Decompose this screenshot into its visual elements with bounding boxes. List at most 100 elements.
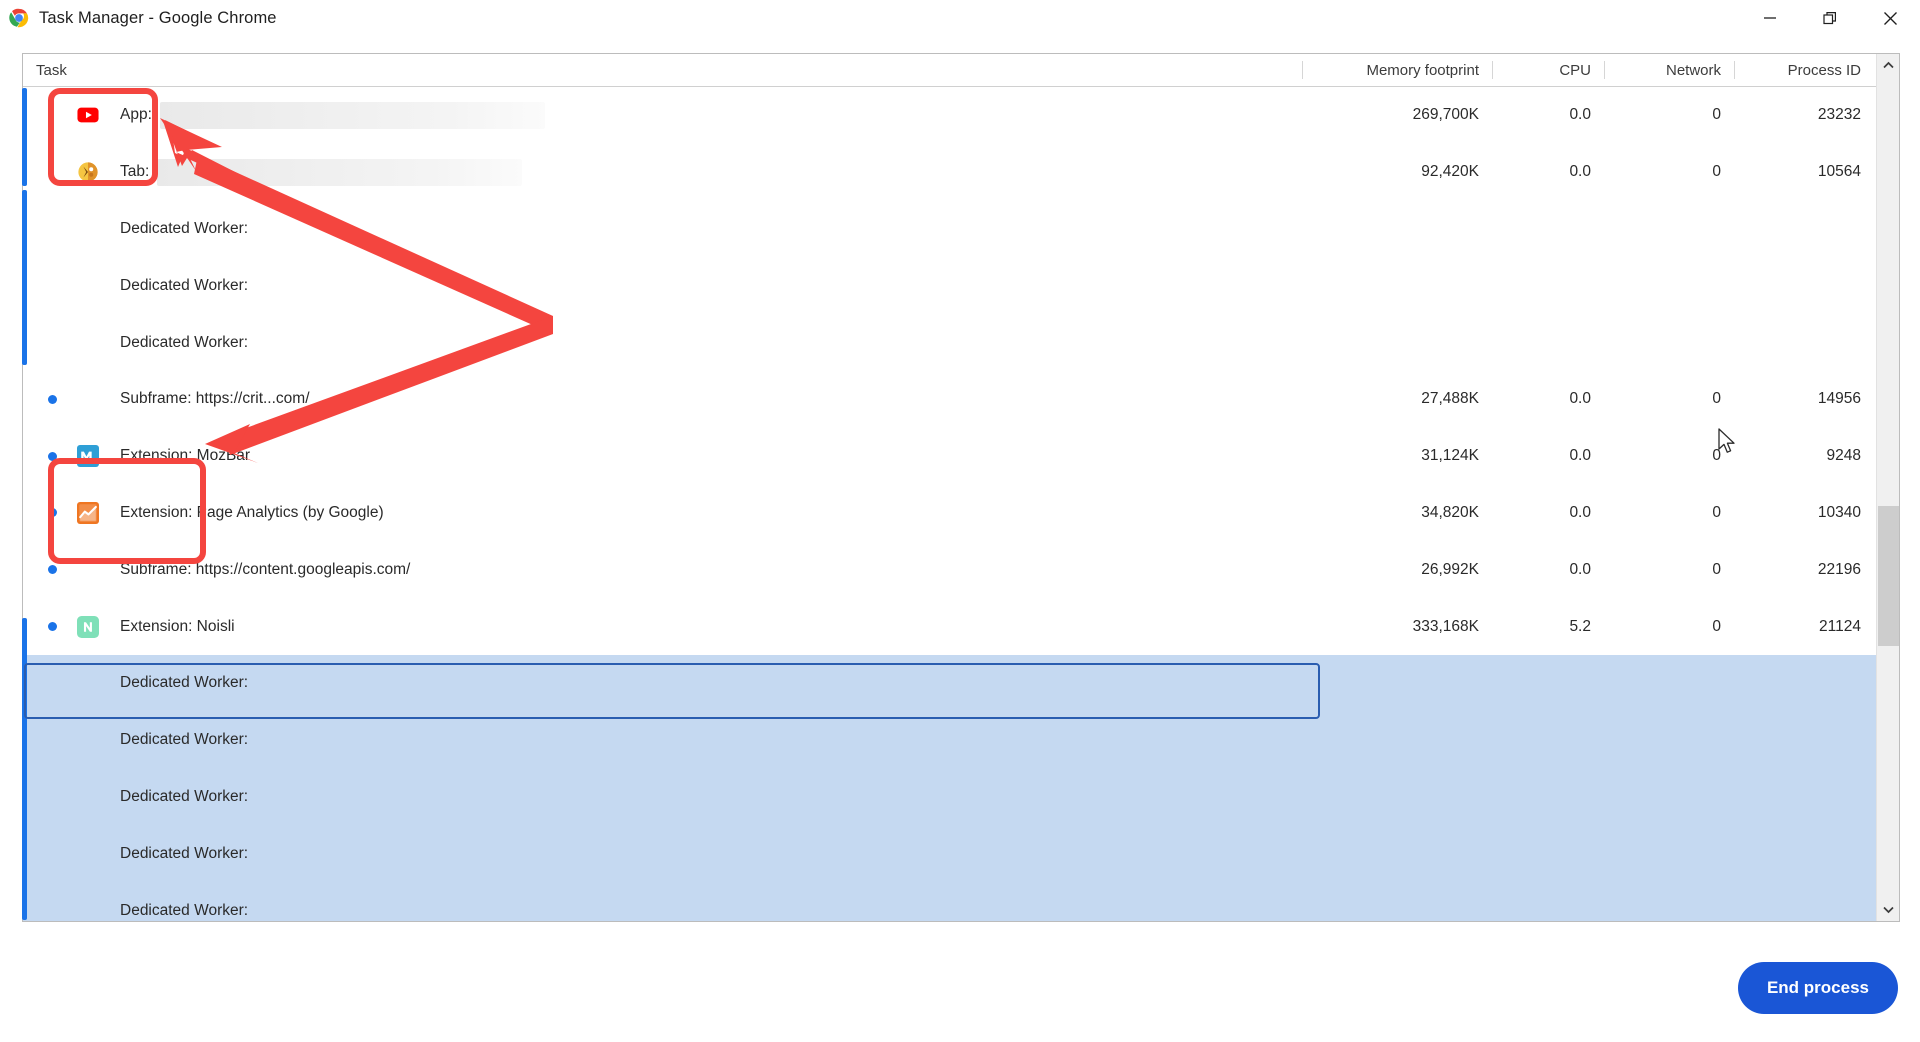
task-label: Extension: Noisli	[120, 617, 235, 635]
title-bar: Task Manager - Google Chrome	[0, 0, 1920, 36]
cell-process-id: 23232	[1817, 106, 1861, 124]
scroll-down-button[interactable]	[1877, 898, 1899, 921]
table-row[interactable]: Dedicated Worker:	[23, 825, 1899, 883]
cell-memory: 31,124K	[1421, 447, 1479, 465]
cell-process-id: 22196	[1817, 560, 1861, 578]
cell-cpu: 0.0	[1569, 390, 1591, 408]
table-row[interactable]: Dedicated Worker:	[23, 711, 1899, 769]
task-label: Subframe: https://crit...com/	[120, 390, 310, 408]
restore-button[interactable]	[1800, 0, 1860, 36]
table-header-row: Task Memory footprint CPU Network Proces…	[23, 54, 1899, 87]
chevron-down-icon	[1883, 901, 1894, 919]
cell-task: Subframe: https://crit...com/	[23, 388, 1303, 410]
vertical-scrollbar[interactable]	[1876, 54, 1899, 921]
table-row[interactable]: Dedicated Worker:	[23, 201, 1899, 258]
task-label: Extension: Page Analytics (by Google)	[120, 503, 384, 521]
cell-cpu: 5.2	[1569, 617, 1591, 635]
table-row[interactable]: Dedicated Worker:	[23, 882, 1899, 921]
task-label: Dedicated Worker:	[120, 333, 249, 351]
colorful-site-icon	[77, 161, 99, 183]
cell-process-id: 14956	[1817, 390, 1861, 408]
close-icon	[1883, 11, 1898, 26]
task-label: Tab:	[120, 163, 150, 181]
cell-network: 0	[1712, 560, 1721, 578]
table-body[interactable]: App: 269,700K 0.0 0 23232 Tab: 92,420K 0.0 0 1056…	[23, 87, 1899, 921]
task-label: Dedicated Worker:	[120, 219, 249, 237]
task-label: Dedicated Worker:	[120, 787, 249, 805]
cell-network: 0	[1712, 163, 1721, 181]
cell-task: Dedicated Worker:	[23, 786, 1303, 808]
window-title: Task Manager - Google Chrome	[39, 8, 277, 27]
cell-process-id: 21124	[1819, 617, 1861, 635]
cell-network: 0	[1712, 390, 1721, 408]
cell-network: 0	[1712, 106, 1721, 124]
cell-cpu: 0.0	[1569, 503, 1591, 521]
cell-task: Dedicated Worker:	[23, 843, 1303, 865]
table-row[interactable]: Subframe: https://crit...com/27,488K 0.0 0…	[23, 371, 1899, 428]
column-header-task[interactable]: Task	[23, 54, 1303, 87]
cell-memory: 92,420K	[1421, 163, 1479, 181]
column-header-process-id[interactable]: Process ID	[1735, 54, 1875, 87]
column-header-memory[interactable]: Memory footprint	[1303, 54, 1493, 87]
mozbar-icon	[77, 445, 99, 468]
cell-task: Extension: MozBar	[23, 445, 1303, 468]
cell-task: Extension: Noisli	[23, 615, 1303, 638]
cell-memory: 34,820K	[1421, 503, 1479, 521]
table-row[interactable]: App: 269,700K 0.0 0 23232	[23, 87, 1899, 144]
cell-task: Dedicated Worker:	[23, 729, 1303, 751]
minimize-icon	[1763, 11, 1777, 25]
cell-cpu: 0.0	[1569, 163, 1591, 181]
table-row[interactable]: Tab: 92,420K 0.0 0 10564	[23, 144, 1899, 201]
scroll-up-button[interactable]	[1877, 54, 1899, 77]
cell-process-id: 10564	[1817, 163, 1861, 181]
process-bullet-icon	[48, 508, 57, 518]
cell-task: Dedicated Worker:	[23, 900, 1303, 921]
cell-task: App:	[23, 101, 1303, 129]
table-row[interactable]: Subframe: https://content.googleapis.com…	[23, 541, 1899, 598]
minimize-button[interactable]	[1740, 0, 1800, 36]
task-label: Dedicated Worker:	[120, 844, 249, 862]
task-table: Task Memory footprint CPU Network Proces…	[22, 53, 1900, 922]
scrollbar-thumb[interactable]	[1878, 506, 1899, 646]
task-label: Subframe: https://content.googleapis.com…	[120, 560, 411, 578]
column-header-process-id-label: Process ID	[1787, 61, 1861, 79]
cell-memory: 27,488K	[1421, 390, 1479, 408]
column-header-network-label: Network	[1665, 61, 1721, 79]
cell-task: Subframe: https://content.googleapis.com…	[23, 559, 1303, 581]
table-row[interactable]: Extension: Noisli 333,168K 5.2 0 21124	[23, 598, 1899, 655]
cell-process-id: 9248	[1826, 447, 1861, 465]
process-group-bar	[22, 190, 27, 365]
cell-cpu: 0.0	[1569, 447, 1591, 465]
cell-network: 0	[1712, 503, 1721, 521]
cell-task: Dedicated Worker:	[23, 672, 1303, 694]
redacted-task-detail	[157, 158, 523, 186]
cell-network: 0	[1712, 447, 1721, 465]
restore-icon	[1822, 11, 1838, 26]
chrome-logo-icon	[9, 8, 29, 28]
process-bullet-icon	[48, 622, 57, 632]
cell-task: Tab:	[23, 158, 1303, 186]
process-bullet-icon	[48, 394, 57, 404]
process-bullet-icon	[48, 451, 57, 461]
column-header-cpu-label: CPU	[1559, 61, 1591, 79]
page-analytics-icon	[77, 501, 99, 524]
column-header-task-label: Task	[36, 61, 67, 79]
column-header-network[interactable]: Network	[1605, 54, 1735, 87]
table-row[interactable]: Dedicated Worker:	[23, 257, 1899, 314]
task-label: Dedicated Worker:	[120, 276, 249, 294]
end-process-button[interactable]: End process	[1737, 962, 1898, 1014]
table-row[interactable]: Extension: Page Analytics (by Google) 34,…	[23, 485, 1899, 542]
column-header-cpu[interactable]: CPU	[1493, 54, 1605, 87]
redacted-task-detail	[159, 101, 545, 129]
process-group-bar	[22, 618, 27, 920]
table-row[interactable]: Dedicated Worker:	[23, 654, 1899, 712]
table-row[interactable]: Dedicated Worker:	[23, 768, 1899, 826]
table-row[interactable]: Extension: MozBar 31,124K 0.0 0 9248	[23, 428, 1899, 485]
column-header-memory-label: Memory footprint	[1366, 61, 1479, 79]
cell-process-id: 10340	[1817, 503, 1861, 521]
cell-task: Dedicated Worker:	[23, 332, 1303, 354]
close-button[interactable]	[1860, 0, 1920, 36]
youtube-icon	[77, 104, 99, 126]
table-row[interactable]: Dedicated Worker:	[23, 314, 1899, 371]
cell-network: 0	[1712, 617, 1721, 635]
